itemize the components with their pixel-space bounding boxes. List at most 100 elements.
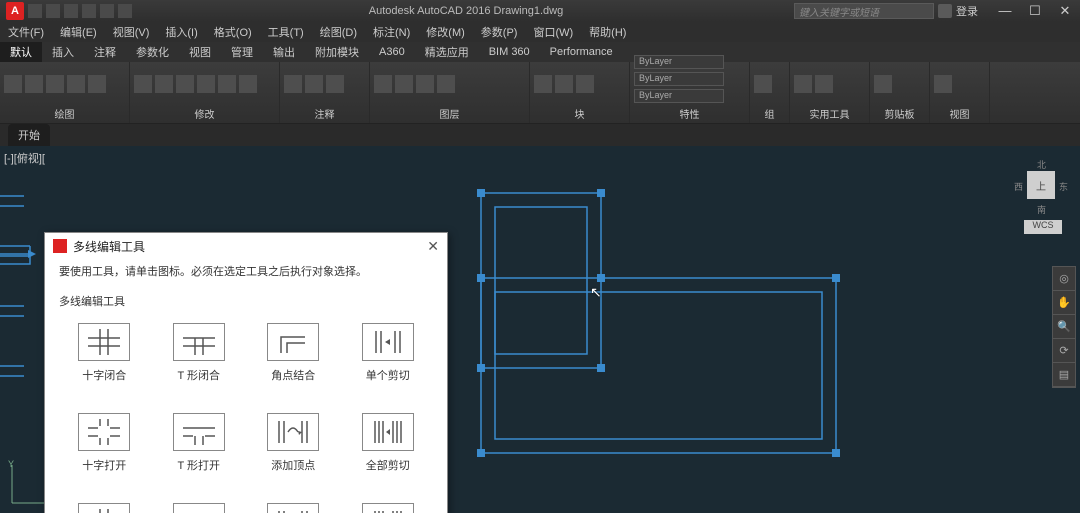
login-link[interactable]: 登录: [956, 3, 978, 19]
viewcube-north: 北: [1037, 158, 1046, 171]
ribtab-featured[interactable]: 精选应用: [415, 42, 479, 62]
viewbase-tool-icon[interactable]: [934, 75, 952, 93]
user-avatar-icon[interactable]: [938, 4, 952, 18]
ribtab-insert[interactable]: 插入: [42, 42, 84, 62]
tool-cross-closed[interactable]: 十字闭合: [67, 323, 142, 383]
nav-zoom-icon[interactable]: 🔍: [1053, 315, 1075, 339]
qat-undo-icon[interactable]: [82, 4, 96, 18]
ribtab-a360[interactable]: A360: [369, 42, 415, 62]
menu-insert[interactable]: 插入(I): [157, 24, 205, 40]
menu-parametric[interactable]: 参数(P): [473, 24, 526, 40]
fillet-tool-icon[interactable]: [239, 75, 257, 93]
block-edit-icon[interactable]: [576, 75, 594, 93]
qat-new-icon[interactable]: [28, 4, 42, 18]
lweight-bylayer-dropdown[interactable]: ByLayer: [634, 72, 724, 86]
block-create-icon[interactable]: [555, 75, 573, 93]
menu-dimension[interactable]: 标注(N): [365, 24, 418, 40]
arc-tool-icon[interactable]: [67, 75, 85, 93]
ltype-bylayer-dropdown[interactable]: ByLayer: [634, 89, 724, 103]
cut-all-icon: [368, 417, 408, 447]
menu-bar: 文件(F) 编辑(E) 视图(V) 插入(I) 格式(O) 工具(T) 绘图(D…: [0, 22, 1080, 42]
color-bylayer-dropdown[interactable]: ByLayer: [634, 55, 724, 69]
qat-redo-icon[interactable]: [100, 4, 114, 18]
tool-delete-vertex[interactable]: 删除顶点: [256, 503, 331, 513]
table-tool-icon[interactable]: [326, 75, 344, 93]
nav-orbit-icon[interactable]: ⟳: [1053, 339, 1075, 363]
group-group-label: 组: [754, 104, 785, 121]
window-maximize-button[interactable]: ☐: [1020, 3, 1050, 19]
cross-open-icon: [84, 417, 124, 447]
copy-tool-icon[interactable]: [155, 75, 173, 93]
tee-closed-icon: [179, 327, 219, 357]
tool-corner-joint[interactable]: 角点结合: [256, 323, 331, 383]
paste-tool-icon[interactable]: [874, 75, 892, 93]
nav-pan-icon[interactable]: ✋: [1053, 291, 1075, 315]
tool-tee-merge[interactable]: T 形合并: [162, 503, 237, 513]
menu-modify[interactable]: 修改(M): [418, 24, 473, 40]
select-tool-icon[interactable]: [815, 75, 833, 93]
ribtab-performance[interactable]: Performance: [540, 42, 623, 62]
ribtab-bim360[interactable]: BIM 360: [479, 42, 540, 62]
search-input[interactable]: 键入关键字或短语: [794, 3, 934, 19]
menu-format[interactable]: 格式(O): [206, 24, 260, 40]
ribtab-view[interactable]: 视图: [179, 42, 221, 62]
layer-off-icon[interactable]: [395, 75, 413, 93]
ribtab-output[interactable]: 输出: [263, 42, 305, 62]
layer-freeze-icon[interactable]: [416, 75, 434, 93]
window-minimize-button[interactable]: —: [990, 3, 1020, 19]
tee-open-icon: [179, 417, 219, 447]
group-tool-icon[interactable]: [754, 75, 772, 93]
polyline-tool-icon[interactable]: [25, 75, 43, 93]
weld-all-icon: [368, 507, 408, 513]
layer-lock-icon[interactable]: [437, 75, 455, 93]
menu-tools[interactable]: 工具(T): [260, 24, 312, 40]
tool-cut-all[interactable]: 全部剪切: [351, 413, 426, 473]
line-tool-icon[interactable]: [4, 75, 22, 93]
menu-help[interactable]: 帮助(H): [581, 24, 634, 40]
viewcube[interactable]: 北 南 东 西 上: [1016, 160, 1066, 210]
rotate-tool-icon[interactable]: [176, 75, 194, 93]
tool-cross-open[interactable]: 十字打开: [67, 413, 142, 473]
menu-file[interactable]: 文件(F): [0, 24, 52, 40]
menu-view[interactable]: 视图(V): [105, 24, 158, 40]
trim-tool-icon[interactable]: [197, 75, 215, 93]
nav-wheel-icon[interactable]: ◎: [1053, 267, 1075, 291]
dialog-close-button[interactable]: ✕: [427, 238, 439, 255]
qat-print-icon[interactable]: [118, 4, 132, 18]
rect-tool-icon[interactable]: [88, 75, 106, 93]
qat-open-icon[interactable]: [46, 4, 60, 18]
dim-tool-icon[interactable]: [305, 75, 323, 93]
app-logo-icon[interactable]: A: [6, 2, 24, 20]
nav-showmotion-icon[interactable]: ▤: [1053, 363, 1075, 387]
menu-edit[interactable]: 编辑(E): [52, 24, 105, 40]
tool-add-vertex[interactable]: 添加顶点: [256, 413, 331, 473]
ribtab-default[interactable]: 默认: [0, 42, 42, 62]
move-tool-icon[interactable]: [134, 75, 152, 93]
circle-tool-icon[interactable]: [46, 75, 64, 93]
measure-tool-icon[interactable]: [794, 75, 812, 93]
tool-cross-merge[interactable]: 十字合并: [67, 503, 142, 513]
group-clipboard-label: 剪贴板: [874, 104, 925, 121]
menu-draw[interactable]: 绘图(D): [312, 24, 365, 40]
block-insert-icon[interactable]: [534, 75, 552, 93]
viewcube-top-face[interactable]: 上: [1027, 171, 1055, 199]
text-tool-icon[interactable]: [284, 75, 302, 93]
group-modify-label: 修改: [134, 104, 275, 121]
window-close-button[interactable]: ✕: [1050, 3, 1080, 19]
group-view-label: 视图: [934, 104, 985, 121]
ribtab-annotate[interactable]: 注释: [84, 42, 126, 62]
drawing-canvas[interactable]: [-][俯视][: [0, 146, 1080, 513]
drawing-tab-start[interactable]: 开始: [8, 124, 50, 146]
layer-prop-icon[interactable]: [374, 75, 392, 93]
tool-weld-all[interactable]: 全部接合: [351, 503, 426, 513]
qat-save-icon[interactable]: [64, 4, 78, 18]
tool-tee-open[interactable]: T 形打开: [162, 413, 237, 473]
wcs-label[interactable]: WCS: [1024, 220, 1062, 234]
tool-tee-closed[interactable]: T 形闭合: [162, 323, 237, 383]
mirror-tool-icon[interactable]: [218, 75, 236, 93]
menu-window[interactable]: 窗口(W): [525, 24, 581, 40]
ribtab-addins[interactable]: 附加模块: [305, 42, 369, 62]
ribtab-parametric[interactable]: 参数化: [126, 42, 179, 62]
tool-cut-single[interactable]: 单个剪切: [351, 323, 426, 383]
ribtab-manage[interactable]: 管理: [221, 42, 263, 62]
